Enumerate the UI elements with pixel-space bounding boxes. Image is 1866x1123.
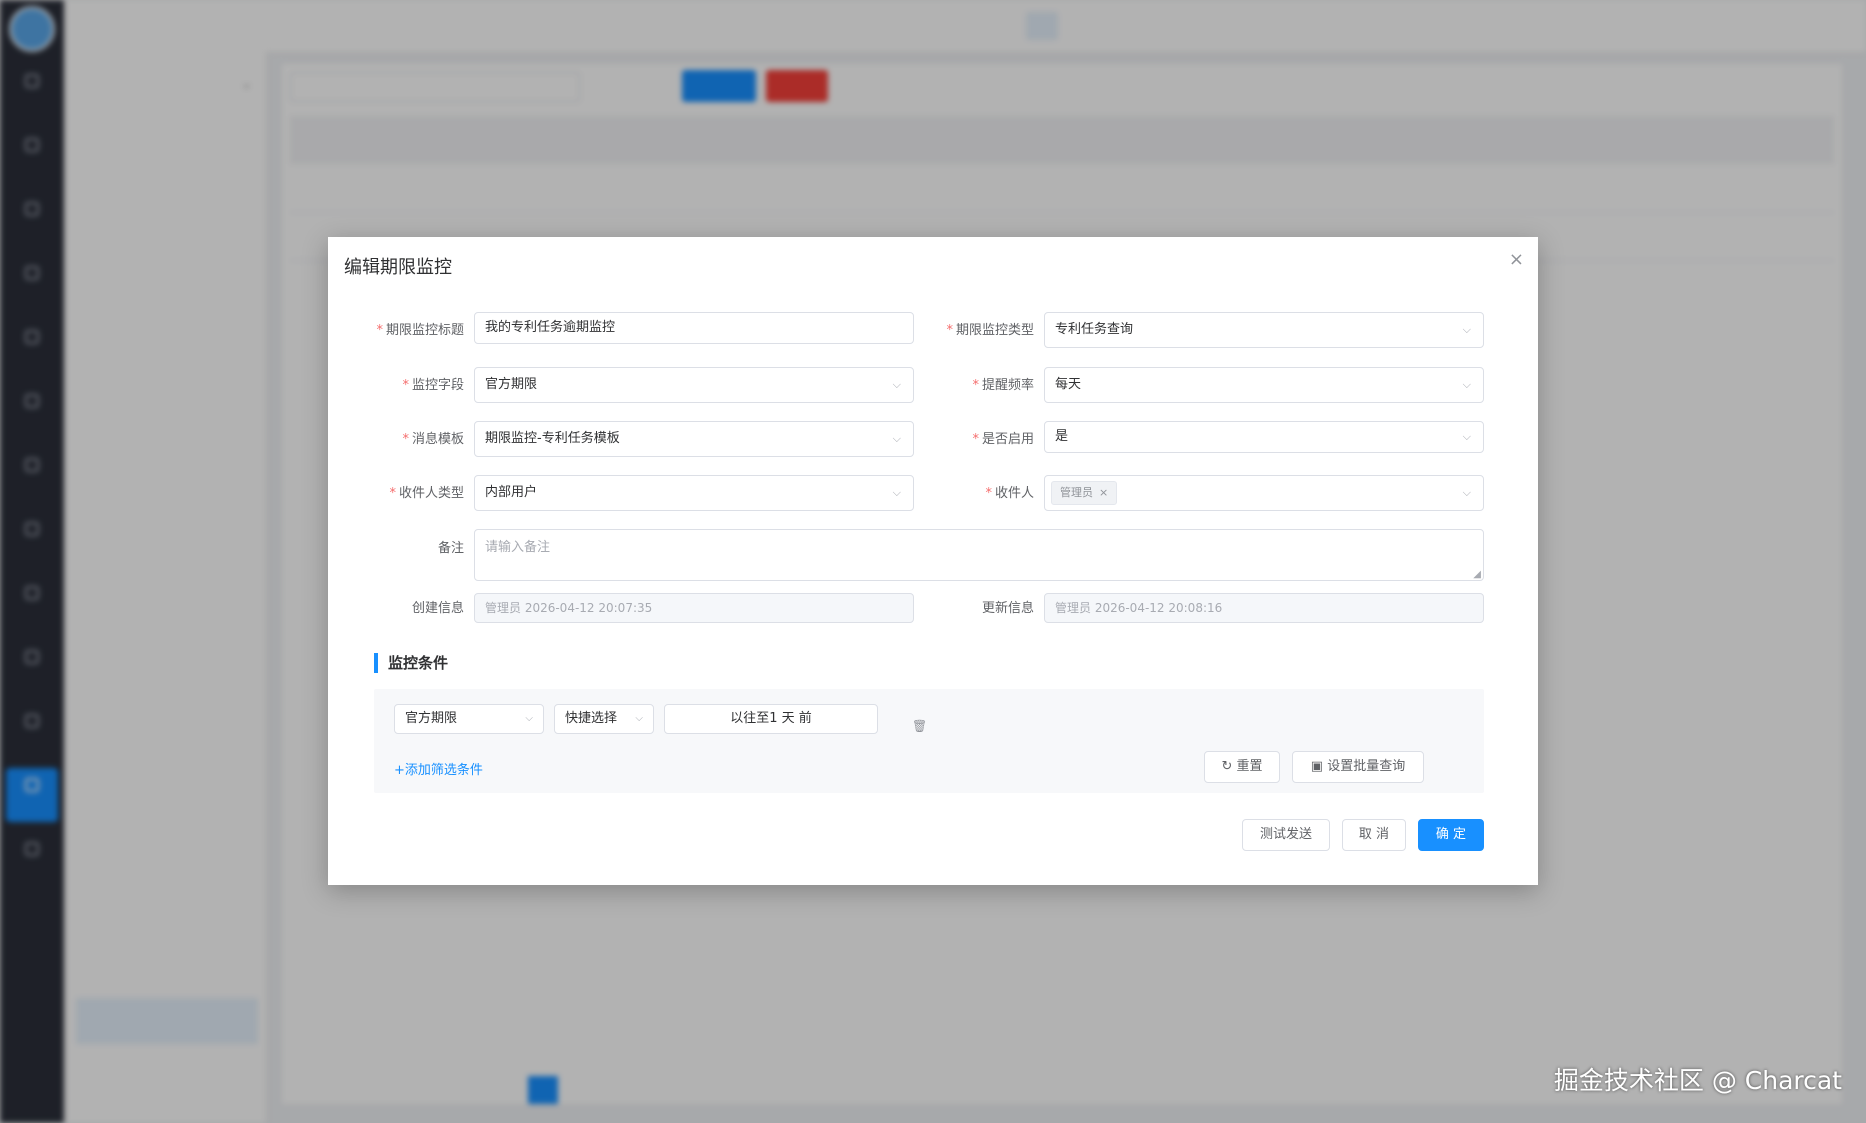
- test-send-button[interactable]: 测试发送: [1242, 819, 1330, 851]
- resize-grip-icon[interactable]: ◢: [1473, 569, 1481, 580]
- created-info-field: 管理员 2026-04-12 20:07:35: [474, 593, 914, 623]
- chevron-down-icon: ⌵: [635, 713, 643, 724]
- title-input[interactable]: 我的专利任务逾期监控: [474, 312, 914, 344]
- enabled-select[interactable]: 是 ⌵: [1044, 421, 1484, 453]
- recipient-select[interactable]: 管理员 × ⌵: [1044, 475, 1484, 511]
- chevron-down-icon: ⌵: [1462, 323, 1471, 336]
- edit-monitor-dialog: 编辑期限监控 × * 期限监控标题 我的专利任务逾期监控 * 期限监控类型 专利任务…: [328, 237, 1538, 885]
- range-input[interactable]: 以往至1 天 前: [664, 704, 878, 734]
- reset-button[interactable]: ↻ 重置: [1204, 751, 1280, 783]
- dialog-title: 编辑期限监控: [344, 257, 452, 278]
- updated-info-field: 管理员 2026-04-12 20:08:16: [1044, 593, 1484, 623]
- template-select[interactable]: 期限监控-专利任务模板 ⌵: [474, 421, 914, 457]
- recipient-label: * 收件人: [985, 486, 1034, 501]
- chevron-down-icon: ⌵: [892, 432, 901, 445]
- confirm-button[interactable]: 确 定: [1418, 819, 1484, 851]
- recipient-type-label: * 收件人类型: [389, 486, 464, 501]
- chevron-down-icon: ⌵: [892, 378, 901, 391]
- chevron-down-icon: ⌵: [1462, 486, 1471, 499]
- watermark: 掘金技术社区 @ Charcat: [1553, 1066, 1842, 1095]
- title-label: * 期限监控标题: [376, 323, 464, 338]
- reset-icon: ↻: [1221, 759, 1233, 774]
- chevron-down-icon: ⌵: [1462, 378, 1471, 391]
- condition-field-select[interactable]: 官方期限 ⌵: [394, 704, 544, 734]
- quick-select[interactable]: 快捷选择 ⌵: [554, 704, 654, 734]
- remark-textarea[interactable]: 请输入备注 ◢: [474, 529, 1484, 581]
- remark-label: 备注: [437, 541, 464, 556]
- chevron-down-icon: ⌵: [525, 713, 533, 724]
- trash-icon[interactable]: 🗑: [912, 719, 927, 733]
- created-label: 创建信息: [411, 601, 464, 616]
- field-select[interactable]: 官方期限 ⌵: [474, 367, 914, 403]
- condition-panel: 官方期限 ⌵ 快捷选择 ⌵ 以往至1 天 前 🗑 +添加筛选条件 ↻ 重置 ▣ 设置…: [374, 689, 1484, 793]
- chevron-down-icon: ⌵: [1462, 430, 1471, 443]
- type-label: * 期限监控类型: [946, 323, 1034, 338]
- tag-close-icon[interactable]: ×: [1099, 486, 1108, 499]
- save-icon: ▣: [1310, 759, 1324, 774]
- recipient-tag: 管理员 ×: [1051, 481, 1118, 505]
- cancel-button[interactable]: 取 消: [1342, 819, 1406, 851]
- add-condition-link[interactable]: +添加筛选条件: [394, 759, 483, 778]
- type-select[interactable]: 专利任务查询 ⌵: [1044, 312, 1484, 348]
- close-icon[interactable]: ×: [1509, 249, 1524, 270]
- updated-label: 更新信息: [981, 601, 1034, 616]
- field-label: * 监控字段: [402, 378, 464, 393]
- enabled-label: * 是否启用: [972, 432, 1034, 447]
- batch-query-button[interactable]: ▣ 设置批量查询: [1292, 751, 1424, 783]
- freq-select[interactable]: 每天 ⌵: [1044, 367, 1484, 403]
- template-label: * 消息模板: [402, 432, 464, 447]
- chevron-down-icon: ⌵: [892, 486, 901, 499]
- freq-label: * 提醒频率: [972, 378, 1034, 393]
- section-title: 监控条件: [374, 653, 448, 673]
- recipient-type-select[interactable]: 内部用户 ⌵: [474, 475, 914, 511]
